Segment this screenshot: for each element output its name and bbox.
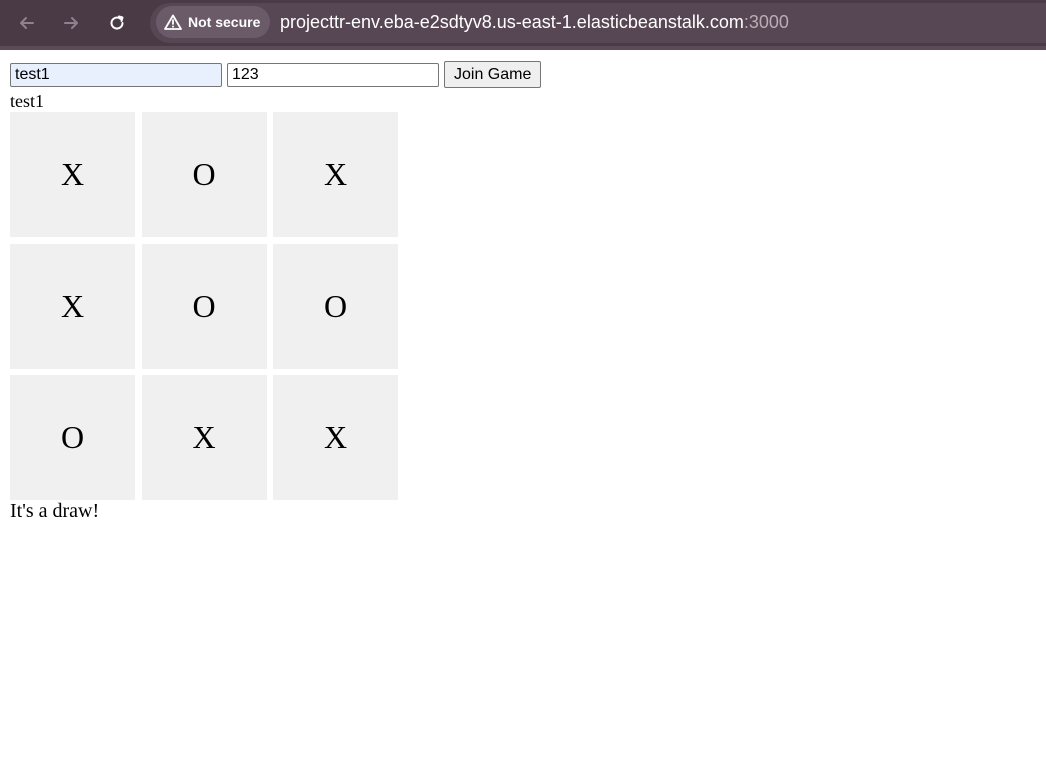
url-text[interactable]: projecttr-env.eba-e2sdtyv8.us-east-1.ela… [280, 12, 789, 33]
forward-button[interactable] [56, 8, 86, 38]
join-form: Join Game [10, 61, 542, 88]
back-arrow-icon [20, 17, 34, 29]
reload-icon [110, 15, 124, 30]
toolbar-divider [0, 46, 1046, 50]
board-cell[interactable]: X [273, 375, 398, 500]
room-input[interactable] [227, 62, 439, 87]
username-input[interactable] [10, 62, 222, 87]
security-chip[interactable]: Not secure [156, 6, 270, 38]
back-button[interactable] [12, 8, 42, 38]
board-cell[interactable]: X [141, 375, 267, 500]
board-cell[interactable]: O [10, 375, 135, 500]
url-port: :3000 [743, 12, 789, 32]
board-cell[interactable]: X [273, 112, 398, 237]
game-board: X O X X O O O X X [10, 112, 398, 500]
board-cell[interactable]: O [141, 243, 267, 369]
warning-icon [164, 14, 182, 30]
board-cell[interactable]: X [10, 112, 135, 237]
board-cell[interactable]: O [141, 112, 267, 237]
player-name: test1 [10, 91, 44, 111]
board-cell[interactable]: O [273, 243, 398, 369]
reload-button[interactable] [102, 8, 132, 38]
board-cell[interactable]: X [10, 243, 135, 369]
join-game-button[interactable]: Join Game [444, 61, 542, 88]
url-host: projecttr-env.eba-e2sdtyv8.us-east-1.ela… [280, 12, 744, 32]
forward-arrow-icon [64, 17, 78, 29]
security-label: Not secure [188, 14, 261, 30]
game-status-message: It's a draw! [10, 500, 100, 522]
